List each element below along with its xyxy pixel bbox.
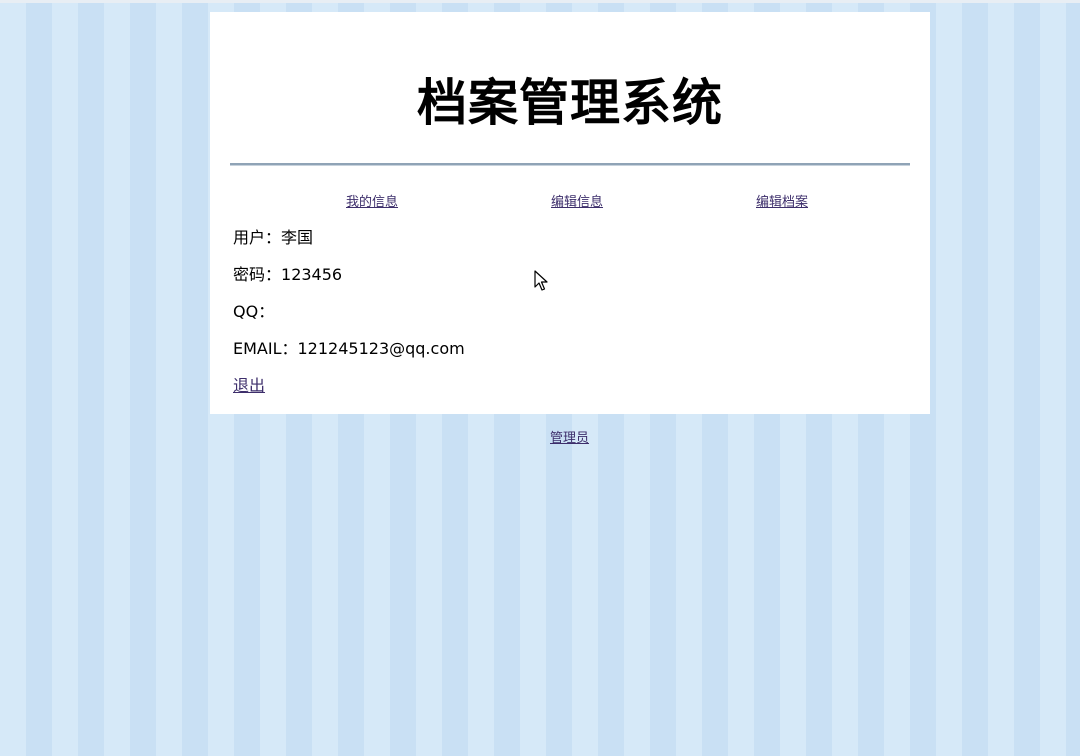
header-divider (230, 163, 910, 166)
nav-edit-info-link[interactable]: 编辑信息 (551, 191, 603, 210)
username-label: 用户： (233, 228, 282, 247)
mouse-pointer-icon (534, 270, 548, 291)
admin-link[interactable]: 管理员 (550, 427, 589, 446)
page-title: 档案管理系统 (417, 74, 723, 132)
logout-link[interactable]: 退出 (233, 372, 265, 396)
nav-edit-archive-link[interactable]: 编辑档案 (756, 191, 808, 210)
password-row: 密码：123456 (233, 261, 342, 285)
email-label: EMAIL： (233, 339, 298, 358)
qq-row: QQ： (233, 298, 274, 322)
password-label: 密码： (233, 265, 282, 284)
email-value: 121245123@qq.com (297, 339, 465, 358)
top-border (0, 0, 1080, 3)
password-value: 123456 (281, 265, 343, 284)
qq-label: QQ： (233, 302, 275, 321)
main-panel: 档案管理系统 我的信息 编辑信息 编辑档案 用户：李国 密码：123456 QQ… (210, 12, 930, 414)
username-value: 李国 (281, 228, 314, 247)
nav-my-info-link[interactable]: 我的信息 (346, 191, 398, 210)
email-row: EMAIL：121245123@qq.com (233, 335, 465, 359)
username-row: 用户：李国 (233, 224, 313, 248)
